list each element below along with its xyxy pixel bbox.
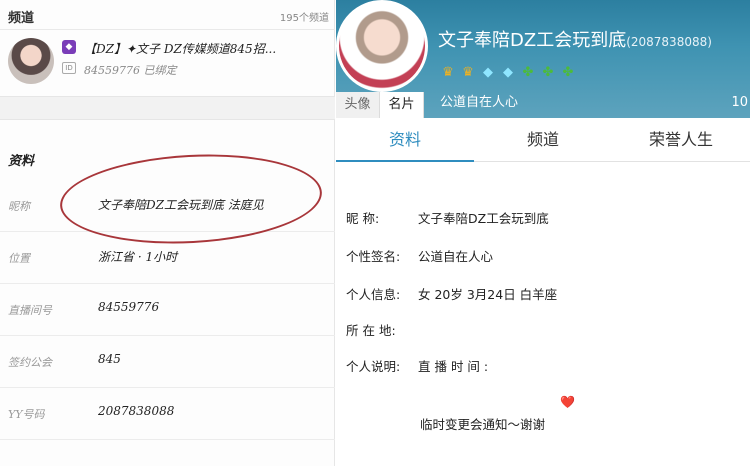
info-value: 2087838088 bbox=[98, 404, 175, 418]
info-key: YY号码 bbox=[8, 408, 45, 421]
info-row-description: 个人说明: 直 播 时 间 : bbox=[346, 356, 488, 375]
profile-title: 文子奉陪DZ工会玩到底(2087838088) bbox=[438, 26, 712, 52]
info-row-room: 直播间号 84559776 bbox=[0, 284, 335, 336]
profile-nav: 资料 频道 荣誉人生 bbox=[336, 118, 750, 162]
profile-banner: 文子奉陪DZ工会玩到底(2087838088) ♛ ♛ ◆ ◆ ✤ ✤ ✤ 头像… bbox=[336, 0, 750, 118]
channel-count: 195个频道 bbox=[279, 13, 329, 24]
info-value: 845 bbox=[98, 352, 121, 366]
banner-signature: 公道自在人心 bbox=[440, 95, 519, 110]
info-key: 昵 称: bbox=[346, 211, 380, 226]
profile-name: 【DZ】✦文子 DZ传媒频道845招... bbox=[84, 42, 277, 56]
yy-profile-card: 文子奉陪DZ工会玩到底(2087838088) ♛ ♛ ◆ ◆ ✤ ✤ ✤ 头像… bbox=[336, 0, 750, 466]
tab-card[interactable]: 名片 bbox=[380, 92, 424, 118]
crown-icon: ♛ bbox=[442, 65, 454, 80]
avatar[interactable] bbox=[336, 0, 428, 92]
info-key: 签约公会 bbox=[8, 356, 52, 369]
yy-number: (2087838088) bbox=[626, 35, 712, 49]
channel-header: 频道 195个频道 bbox=[0, 0, 335, 30]
info-value: 文子奉陪DZ工会玩到底 bbox=[418, 211, 549, 226]
tab-channel[interactable]: 频道 bbox=[474, 118, 612, 161]
info-row-yy: YY号码 2087838088 bbox=[0, 388, 335, 440]
channel-header-title: 频道 bbox=[8, 11, 35, 26]
section-divider bbox=[0, 96, 335, 120]
profile-id: 84559776 已绑定 bbox=[84, 64, 177, 77]
notice-text: 临时变更会通知～谢谢 bbox=[420, 417, 546, 432]
info-row-personal: 个人信息: 女 20岁 3月24日 白羊座 bbox=[346, 284, 557, 303]
leaf-icon: ✤ bbox=[562, 65, 574, 80]
info-row-location: 所 在 地: bbox=[346, 320, 418, 339]
heart-icon: ❤️ bbox=[560, 395, 575, 409]
info-value: 84559776 bbox=[98, 300, 160, 314]
info-value: 直 播 时 间 : bbox=[418, 359, 489, 374]
info-row-guild: 签约公会 845 bbox=[0, 336, 335, 388]
info-key: 位置 bbox=[8, 252, 30, 265]
banner-right-text: 10 bbox=[731, 95, 748, 110]
leaf-icon: ✤ bbox=[522, 65, 534, 80]
channel-profile-panel: 频道 195个频道 ◆ 【DZ】✦文子 DZ传媒频道845招... ID 845… bbox=[0, 0, 335, 466]
crown-icon: ♛ bbox=[462, 65, 474, 80]
info-key: 个性签名: bbox=[346, 249, 401, 264]
badge-row: ♛ ♛ ◆ ◆ ✤ ✤ ✤ bbox=[440, 65, 576, 81]
id-icon: ID bbox=[62, 62, 76, 74]
vip-gem-icon: ◆ bbox=[62, 40, 76, 54]
info-row-signature: 个性签名: 公道自在人心 bbox=[346, 246, 493, 265]
info-value: 公道自在人心 bbox=[418, 249, 494, 264]
info-key: 昵称 bbox=[8, 200, 30, 213]
section-title: 资料 bbox=[8, 154, 35, 169]
info-key: 个人说明: bbox=[346, 359, 401, 374]
avatar[interactable] bbox=[8, 38, 54, 84]
profile-nickname: 文子奉陪DZ工会玩到底 bbox=[438, 30, 627, 51]
info-value: 女 20岁 3月24日 白羊座 bbox=[418, 287, 558, 302]
leaf-icon: ✤ bbox=[542, 65, 554, 80]
info-value: 浙江省 · 1小时 bbox=[98, 250, 178, 264]
tab-profile[interactable]: 资料 bbox=[336, 118, 474, 162]
diamond-icon: ◆ bbox=[503, 65, 513, 80]
diamond-icon: ◆ bbox=[483, 65, 493, 80]
card-small-tabs: 头像 名片 bbox=[336, 92, 424, 118]
info-key: 直播间号 bbox=[8, 304, 52, 317]
tab-avatar[interactable]: 头像 bbox=[336, 92, 380, 118]
info-row-nickname: 昵 称: 文子奉陪DZ工会玩到底 bbox=[346, 208, 549, 227]
info-key: 所 在 地: bbox=[346, 323, 396, 338]
info-key: 个人信息: bbox=[346, 287, 401, 302]
tab-honor[interactable]: 荣誉人生 bbox=[612, 118, 750, 161]
